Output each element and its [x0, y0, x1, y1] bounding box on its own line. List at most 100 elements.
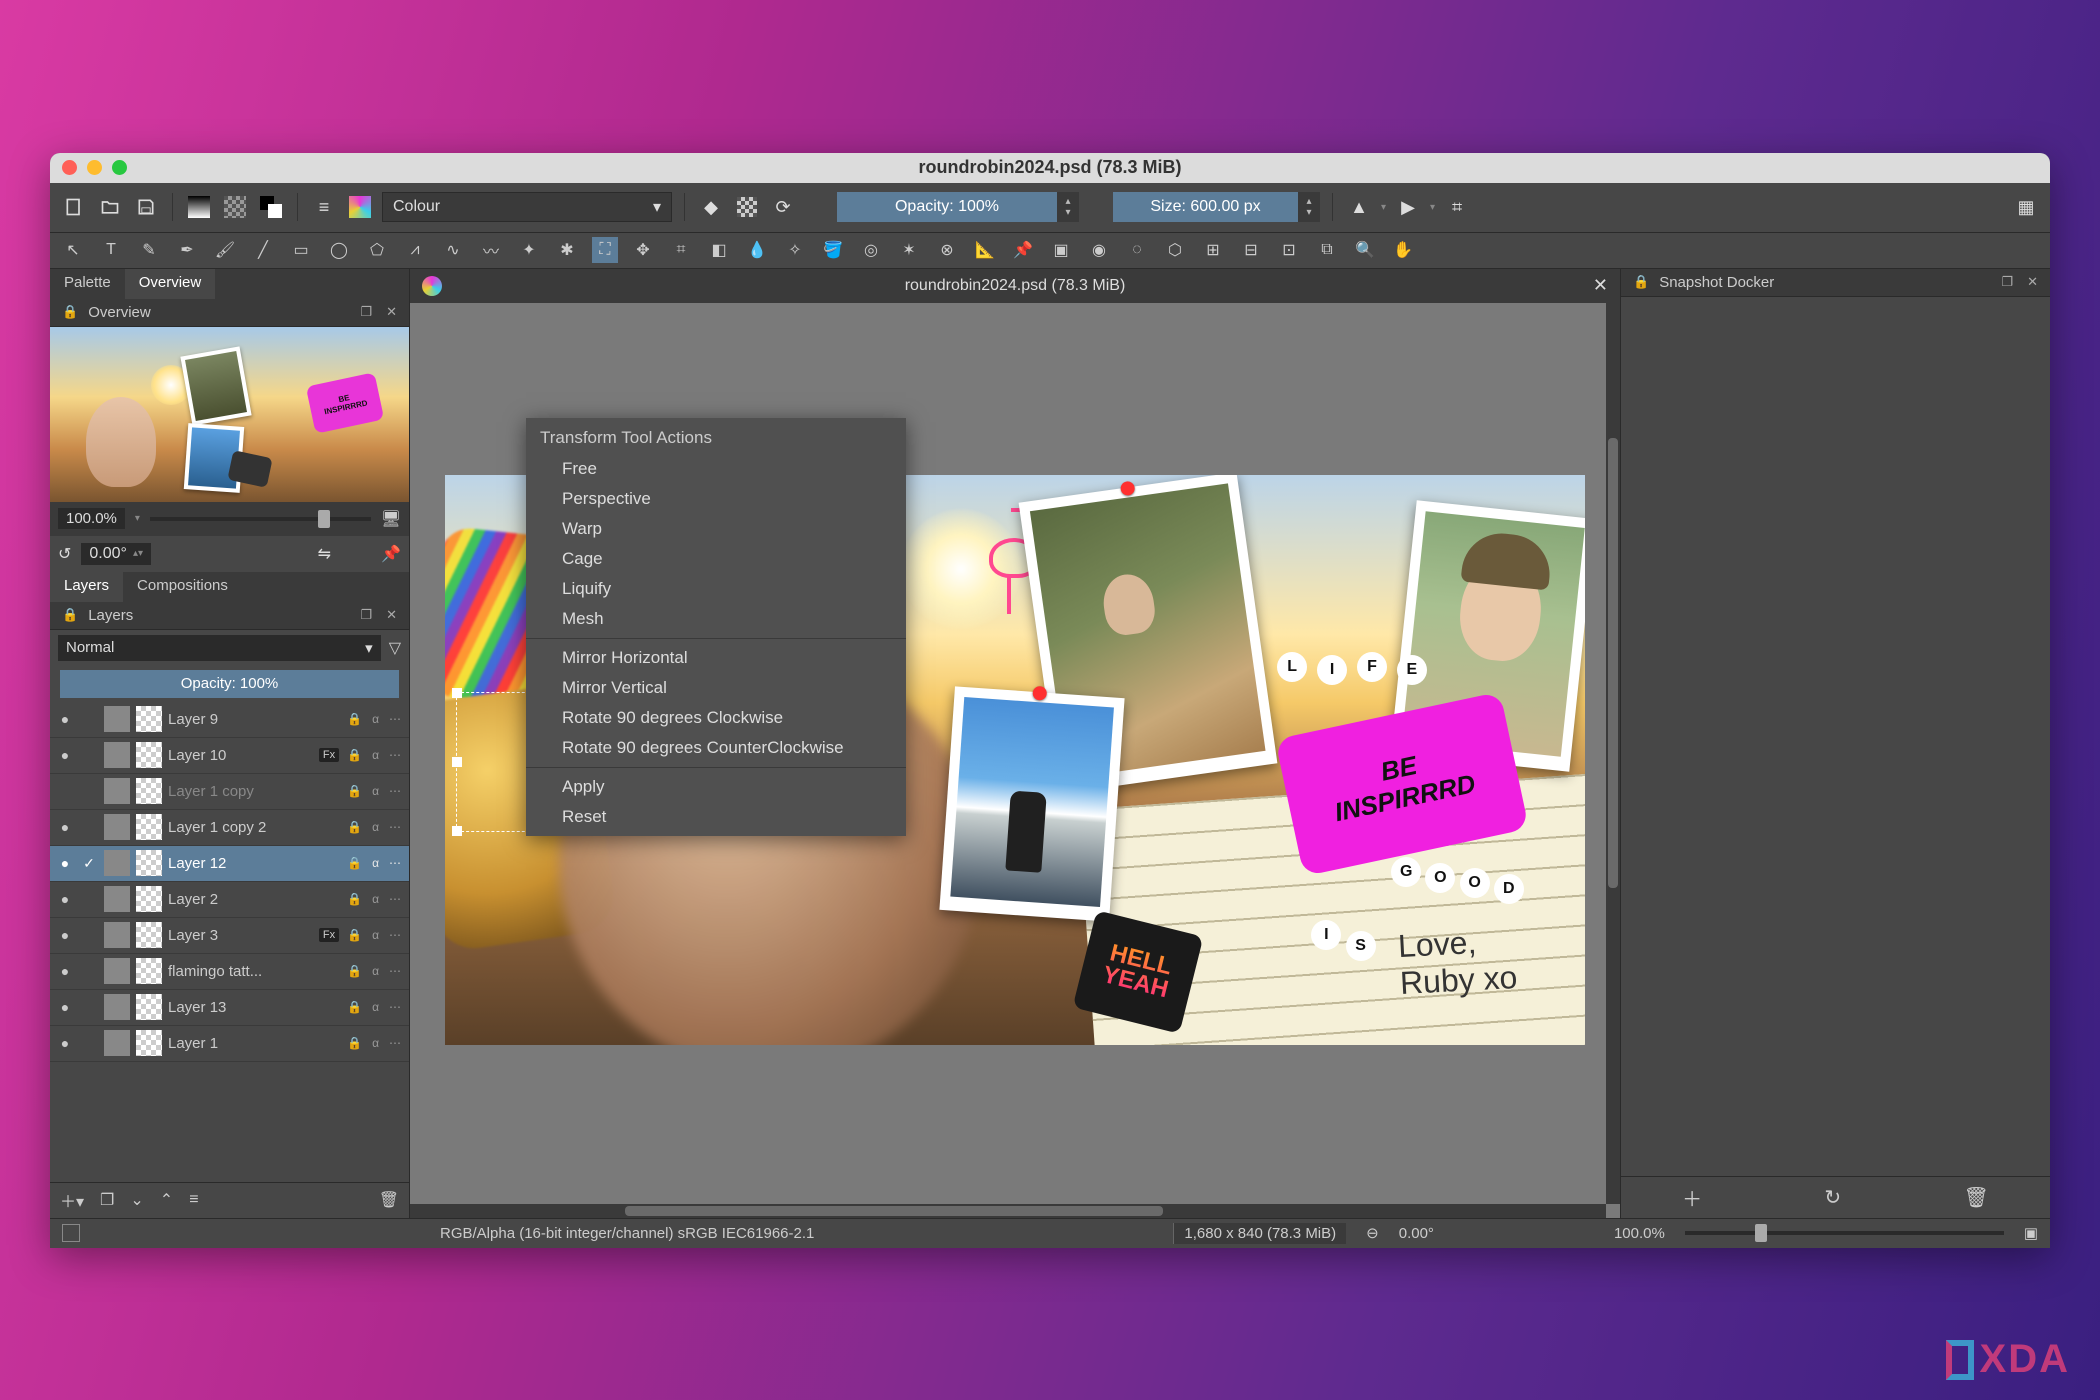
layer-row[interactable]: ●Layer 1 copy 2🔒α⋯	[50, 810, 409, 846]
minimize-window-button[interactable]	[87, 160, 102, 175]
display-icon[interactable]: 🖥	[381, 509, 401, 529]
measure-tool-icon[interactable]: ✶	[896, 237, 922, 263]
gradient-tool-icon[interactable]: ◧	[706, 237, 732, 263]
multibrush-icon[interactable]: ✱	[554, 237, 580, 263]
rect-tool-icon[interactable]: ▭	[288, 237, 314, 263]
pin-tool-icon[interactable]: 📌	[1010, 237, 1036, 263]
brush-options-icon[interactable]: ≡	[310, 193, 338, 221]
ellipse-tool-icon[interactable]: ◯	[326, 237, 352, 263]
alpha-lock-icon[interactable]	[733, 193, 761, 221]
alpha-icon[interactable]: α	[370, 784, 381, 798]
tab-palette[interactable]: Palette	[50, 269, 125, 299]
alpha-icon[interactable]: α	[370, 892, 381, 906]
layer-row[interactable]: ●flamingo tatt...🔒α⋯	[50, 954, 409, 990]
rect-select-icon[interactable]: ▣	[1048, 237, 1074, 263]
brush-tool-icon[interactable]: 🖌	[212, 237, 238, 263]
layer-properties-button[interactable]: ≡	[189, 1191, 198, 1209]
line-tool-icon[interactable]: ╱	[250, 237, 276, 263]
ruler-tool-icon[interactable]: 📐	[972, 237, 998, 263]
pin-overview-icon[interactable]: 📌	[381, 544, 401, 564]
visibility-toggle-icon[interactable]: ●	[56, 855, 74, 871]
context-menu-item[interactable]: Cage	[526, 544, 906, 574]
context-menu-item[interactable]: Rotate 90 degrees Clockwise	[526, 703, 906, 733]
layer-row[interactable]: Layer 1 copy🔒α⋯	[50, 774, 409, 810]
alpha-icon[interactable]: α	[370, 928, 381, 942]
opacity-slider[interactable]: Opacity: 100% ▴▾	[837, 192, 1079, 222]
add-snapshot-button[interactable]: ＋	[1682, 1183, 1702, 1212]
layer-name[interactable]: Layer 1	[168, 1035, 339, 1052]
visibility-toggle-icon[interactable]: ●	[56, 999, 74, 1015]
lock-icon[interactable]: 🔒	[345, 892, 364, 906]
context-menu-item[interactable]: Free	[526, 454, 906, 484]
overview-thumbnail[interactable]: BEINSPIRRRD	[50, 327, 409, 502]
layer-menu-icon[interactable]: ⋯	[387, 712, 403, 726]
float-panel-icon[interactable]: ❐	[356, 304, 376, 320]
layer-row[interactable]: ●Layer 3Fx🔒α⋯	[50, 918, 409, 954]
lock-icon[interactable]: 🔒	[345, 784, 364, 798]
filter-layers-icon[interactable]: ▽	[389, 638, 401, 658]
lock-icon[interactable]: 🔒	[345, 964, 364, 978]
layer-name[interactable]: Layer 1 copy 2	[168, 819, 339, 836]
mirror-h-icon[interactable]: ▲	[1345, 193, 1373, 221]
alpha-icon[interactable]: α	[370, 856, 381, 870]
layer-row[interactable]: ●Layer 1🔒α⋯	[50, 1026, 409, 1062]
layer-opacity-slider[interactable]: Opacity: 100%	[60, 670, 399, 698]
lock-icon[interactable]: 🔒	[345, 1036, 364, 1050]
transform-tool-icon[interactable]: ⛶	[592, 237, 618, 263]
layer-name[interactable]: Layer 12	[168, 855, 339, 872]
move-tool-icon[interactable]: ↖	[60, 237, 86, 263]
reference-tool-icon[interactable]: ⊗	[934, 237, 960, 263]
crop-tool-icon[interactable]: ⌗	[668, 237, 694, 263]
polygon-tool-icon[interactable]: ⬠	[364, 237, 390, 263]
layer-name[interactable]: Layer 2	[168, 891, 339, 908]
freehand-select-icon[interactable]: ◌	[1124, 237, 1150, 263]
layer-menu-icon[interactable]: ⋯	[387, 820, 403, 834]
ellipse-select-icon[interactable]: ◉	[1086, 237, 1112, 263]
lock-icon[interactable]: 🔒	[345, 712, 364, 726]
wrap-icon[interactable]: ⌗	[1443, 193, 1471, 221]
layer-row[interactable]: ●Layer 13🔒α⋯	[50, 990, 409, 1026]
visibility-toggle-icon[interactable]: ●	[56, 891, 74, 907]
close-panel-icon[interactable]: ✕	[382, 607, 401, 623]
similar-select-icon[interactable]: ⊟	[1238, 237, 1264, 263]
context-menu-item[interactable]: Rotate 90 degrees CounterClockwise	[526, 733, 906, 763]
angle-value[interactable]: 0.00°▴▾	[81, 543, 151, 565]
eraser-toggle-icon[interactable]: ◆	[697, 193, 725, 221]
status-zoom[interactable]: 100.0%	[1614, 1225, 1665, 1242]
context-menu-item[interactable]: Reset	[526, 802, 906, 832]
pattern-preset-icon[interactable]	[221, 193, 249, 221]
fill-tool-icon[interactable]: 🪣	[820, 237, 846, 263]
size-stepper[interactable]: ▴▾	[1298, 192, 1320, 222]
close-window-button[interactable]	[62, 160, 77, 175]
lock-icon[interactable]: 🔒	[58, 607, 82, 623]
size-slider[interactable]: Size: 600.00 px ▴▾	[1113, 192, 1320, 222]
delete-snapshot-button[interactable]: 🗑	[1963, 1185, 1988, 1210]
reset-rotation-icon[interactable]: ⊖	[1366, 1224, 1379, 1242]
close-panel-icon[interactable]: ✕	[382, 304, 401, 320]
alpha-icon[interactable]: α	[370, 712, 381, 726]
layer-name[interactable]: Layer 10	[168, 747, 313, 764]
visibility-toggle-icon[interactable]: ●	[56, 747, 74, 763]
duplicate-layer-button[interactable]: ❐	[100, 1190, 114, 1210]
canvas-viewport[interactable]: 🌴 BEINSPIRRRD HELLYEAH LIFE ISGOOD Love,…	[410, 303, 1620, 1218]
smart-patch-icon[interactable]: ✧	[782, 237, 808, 263]
maximize-window-button[interactable]	[112, 160, 127, 175]
status-zoom-slider[interactable]	[1685, 1231, 2004, 1235]
mirror-v-icon[interactable]: ▶	[1394, 193, 1422, 221]
visibility-toggle-icon[interactable]: ●	[56, 927, 74, 943]
close-document-icon[interactable]: ✕	[1593, 275, 1608, 296]
status-angle[interactable]: 0.00°	[1399, 1225, 1434, 1242]
reload-brush-icon[interactable]: ⟳	[769, 193, 797, 221]
delete-layer-button[interactable]: 🗑	[379, 1190, 399, 1210]
lock-icon[interactable]: 🔒	[345, 928, 364, 942]
visibility-toggle-icon[interactable]: ●	[56, 1035, 74, 1051]
layer-menu-icon[interactable]: ⋯	[387, 784, 403, 798]
blend-mode-combo[interactable]: Normal▾	[58, 635, 381, 661]
context-menu-item[interactable]: Mesh	[526, 604, 906, 634]
move-layer-down-button[interactable]: ⌄	[130, 1190, 143, 1210]
alpha-icon[interactable]: α	[370, 748, 381, 762]
context-menu-item[interactable]: Apply	[526, 772, 906, 802]
layer-menu-icon[interactable]: ⋯	[387, 856, 403, 870]
layer-name[interactable]: Layer 3	[168, 927, 313, 944]
add-layer-button[interactable]: ＋▾	[60, 1188, 84, 1212]
